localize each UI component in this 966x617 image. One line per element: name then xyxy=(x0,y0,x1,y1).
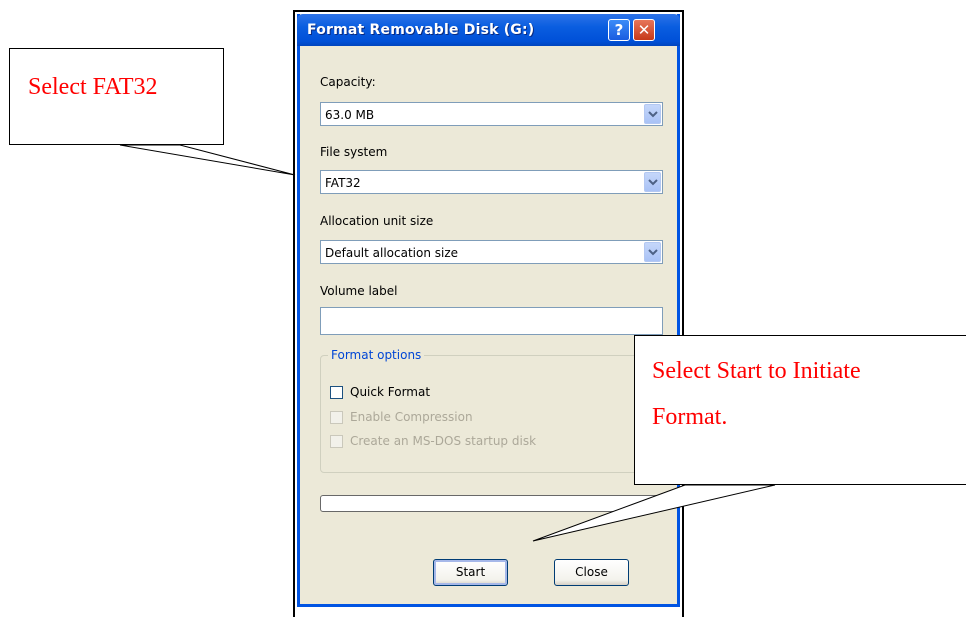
callout-select-fat32: Select FAT32 xyxy=(9,48,224,145)
callout-select-start: Select Start to Initiate Format. xyxy=(634,335,966,485)
callout-start-line2: Format. xyxy=(652,404,728,430)
callout-fat32-text: Select FAT32 xyxy=(28,74,158,100)
callout-start-line1: Select Start to Initiate xyxy=(652,358,861,384)
